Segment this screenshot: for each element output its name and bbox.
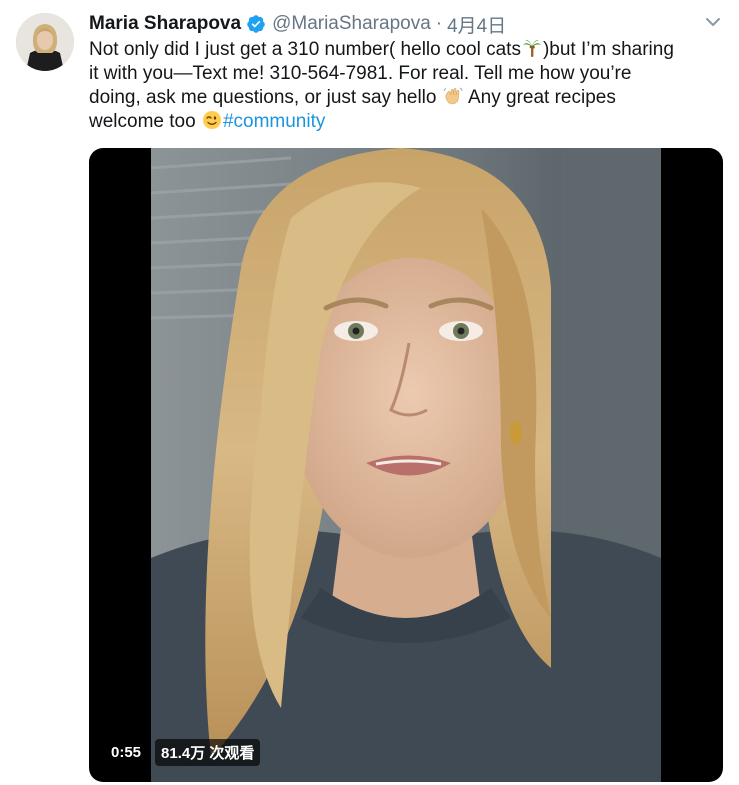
user-handle[interactable]: @MariaSharapova <box>272 13 431 35</box>
waving-hand-icon <box>443 86 463 106</box>
separator-dot: · <box>435 13 443 34</box>
winking-face-icon <box>202 110 222 130</box>
video-player[interactable]: 0:55 81.4万 次观看 <box>89 148 723 782</box>
video-view-count: 81.4万 次观看 <box>155 739 261 766</box>
hashtag-link[interactable]: #community <box>223 111 325 132</box>
verified-badge-icon <box>246 14 266 34</box>
tweet-text: Not only did I just get a 310 number( he… <box>89 38 721 134</box>
palm-tree-icon <box>522 38 542 58</box>
avatar[interactable] <box>16 13 74 71</box>
tweet-date[interactable]: 4月4日 <box>447 11 506 38</box>
tweet-text-line-1: Not only did I just get a 310 number( he… <box>89 39 521 60</box>
tweet-text-line-2: it with you—Text me! 310-564-7981. For r… <box>89 63 632 84</box>
tweet-header: Maria Sharapova @MariaSharapova · 4月4日 <box>89 11 699 37</box>
tweet-text-line-3: doing, ask me questions, or just say hel… <box>89 87 437 108</box>
tweet-text-line-3b: Any great recipes <box>463 87 616 108</box>
tweet-text-line-1b: )but I’m sharing <box>542 39 674 60</box>
tweet-text-line-4: welcome too <box>89 111 196 132</box>
video-meta: 0:55 81.4万 次观看 <box>105 739 261 766</box>
display-name[interactable]: Maria Sharapova <box>89 13 241 35</box>
video-duration: 0:55 <box>105 741 148 764</box>
video-frame-image <box>151 148 661 782</box>
tweet: Maria Sharapova @MariaSharapova · 4月4日 N… <box>0 0 739 785</box>
more-options-chevron-down-icon[interactable] <box>703 12 723 32</box>
